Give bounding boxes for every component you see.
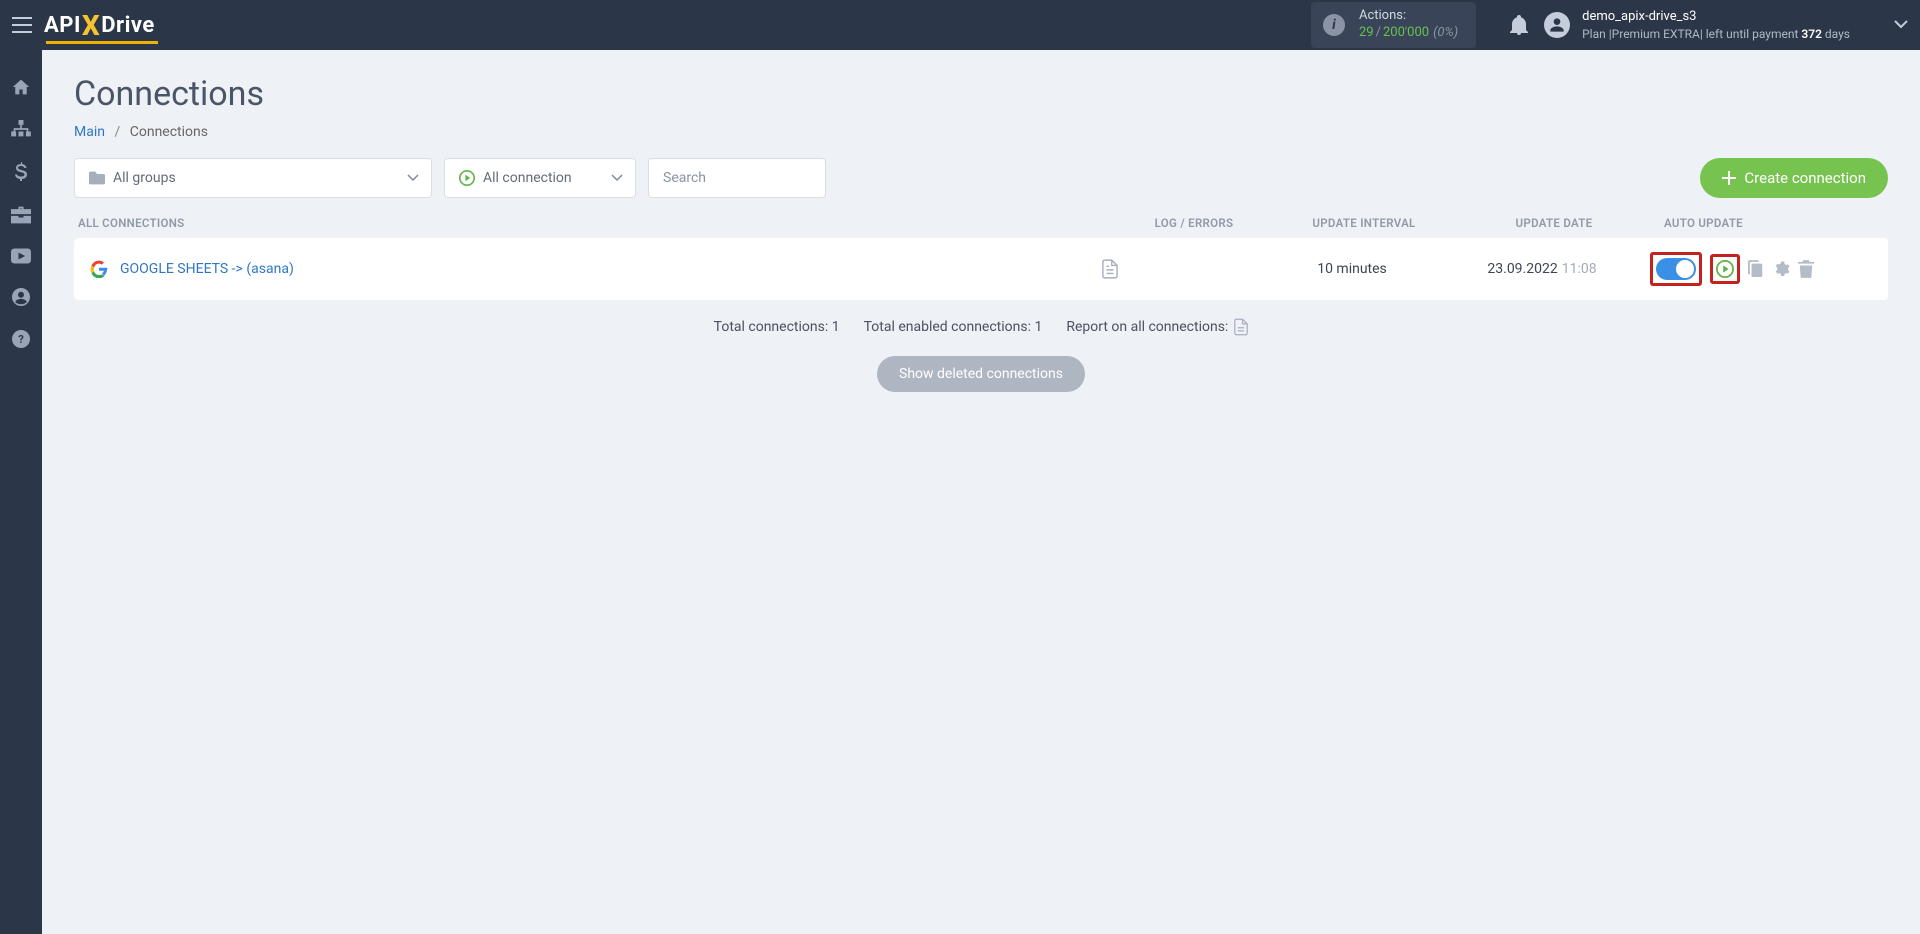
status-label: All connection bbox=[483, 170, 572, 186]
logo-pre: API bbox=[44, 13, 81, 38]
highlight-play bbox=[1710, 254, 1740, 284]
chevron-down-icon bbox=[1894, 20, 1908, 29]
sitemap-icon[interactable] bbox=[11, 120, 31, 138]
actions-label: Actions: bbox=[1359, 8, 1458, 25]
logo-x: X bbox=[82, 9, 100, 42]
avatar-icon bbox=[1544, 12, 1570, 38]
summary-row: Total connections: 1 Total enabled conne… bbox=[74, 318, 1888, 336]
th-all: ALL CONNECTIONS bbox=[78, 216, 1114, 230]
breadcrumb-sep: / bbox=[114, 124, 120, 140]
update-interval: 10 minutes bbox=[1262, 261, 1442, 277]
create-connection-button[interactable]: Create connection bbox=[1700, 158, 1888, 198]
main-content: Connections Main / Connections All group… bbox=[42, 50, 1920, 934]
trash-icon[interactable] bbox=[1798, 260, 1814, 278]
status-dropdown[interactable]: All connection bbox=[444, 158, 636, 198]
actions-limit: 200'000 bbox=[1383, 25, 1429, 40]
groups-dropdown[interactable]: All groups bbox=[74, 158, 432, 198]
highlight-toggle bbox=[1650, 252, 1702, 286]
plan-line: Plan |Premium EXTRA| left until payment … bbox=[1582, 26, 1850, 42]
table-header: ALL CONNECTIONS LOG / ERRORS UPDATE INTE… bbox=[74, 216, 1888, 238]
toolbar: All groups All connection Create connect… bbox=[74, 158, 1888, 198]
info-icon: i bbox=[1323, 14, 1345, 36]
th-date: UPDATE DATE bbox=[1454, 216, 1654, 230]
sidenav: ? bbox=[0, 50, 42, 934]
show-deleted-button[interactable]: Show deleted connections bbox=[877, 356, 1085, 392]
th-log: LOG / ERRORS bbox=[1114, 216, 1274, 230]
page-title: Connections bbox=[74, 74, 1888, 114]
help-icon[interactable]: ? bbox=[12, 330, 30, 348]
play-icon[interactable] bbox=[1716, 260, 1734, 278]
table-row: GOOGLE SHEETS -> (asana) 10 minutes 23.0… bbox=[74, 238, 1888, 300]
groups-label: All groups bbox=[113, 170, 176, 186]
row-actions bbox=[1642, 252, 1872, 286]
actions-pct: (0%) bbox=[1433, 25, 1458, 40]
breadcrumb: Main / Connections bbox=[74, 124, 1888, 140]
th-interval: UPDATE INTERVAL bbox=[1274, 216, 1454, 230]
play-circle-icon bbox=[459, 170, 475, 186]
svg-text:?: ? bbox=[18, 333, 24, 346]
menu-toggle-icon[interactable] bbox=[12, 17, 32, 33]
log-document-icon[interactable] bbox=[1102, 259, 1262, 279]
chevron-down-icon bbox=[611, 174, 623, 182]
report-all: Report on all connections: bbox=[1066, 318, 1248, 336]
gear-icon[interactable] bbox=[1772, 260, 1790, 278]
user-meta: demo_apix-drive_s3 Plan |Premium EXTRA| … bbox=[1582, 8, 1850, 42]
logo-post: Drive bbox=[101, 13, 155, 38]
briefcase-icon[interactable] bbox=[11, 206, 31, 224]
total-connections: Total connections: 1 bbox=[714, 319, 840, 335]
username: demo_apix-drive_s3 bbox=[1582, 8, 1850, 26]
youtube-icon[interactable] bbox=[11, 248, 31, 264]
enabled-connections: Total enabled connections: 1 bbox=[864, 319, 1043, 335]
actions-counter[interactable]: i Actions: 29/200'000(0%) bbox=[1311, 2, 1476, 48]
topbar: API X Drive i Actions: 29/200'000(0%) de… bbox=[0, 0, 1920, 50]
actions-used: 29 bbox=[1359, 25, 1374, 40]
folder-icon bbox=[89, 171, 105, 185]
home-icon[interactable] bbox=[11, 78, 31, 96]
dollar-icon[interactable] bbox=[15, 162, 27, 182]
search-input[interactable] bbox=[648, 158, 826, 198]
user-icon[interactable] bbox=[12, 288, 30, 306]
plus-icon bbox=[1722, 171, 1736, 185]
bell-icon[interactable] bbox=[1510, 15, 1528, 35]
logo[interactable]: API X Drive bbox=[44, 9, 155, 42]
report-document-icon[interactable] bbox=[1234, 318, 1248, 336]
create-label: Create connection bbox=[1744, 169, 1866, 187]
update-date: 23.09.202211:08 bbox=[1442, 261, 1642, 277]
copy-icon[interactable] bbox=[1748, 260, 1764, 278]
chevron-down-icon bbox=[407, 174, 419, 182]
user-menu[interactable]: demo_apix-drive_s3 Plan |Premium EXTRA| … bbox=[1544, 8, 1908, 42]
breadcrumb-main[interactable]: Main bbox=[74, 124, 105, 140]
breadcrumb-current: Connections bbox=[130, 124, 208, 140]
connection-name-link[interactable]: GOOGLE SHEETS -> (asana) bbox=[120, 261, 294, 277]
auto-update-toggle[interactable] bbox=[1656, 258, 1696, 280]
actions-text: Actions: 29/200'000(0%) bbox=[1359, 8, 1458, 42]
google-icon bbox=[90, 260, 108, 278]
th-auto: AUTO UPDATE bbox=[1654, 216, 1884, 230]
